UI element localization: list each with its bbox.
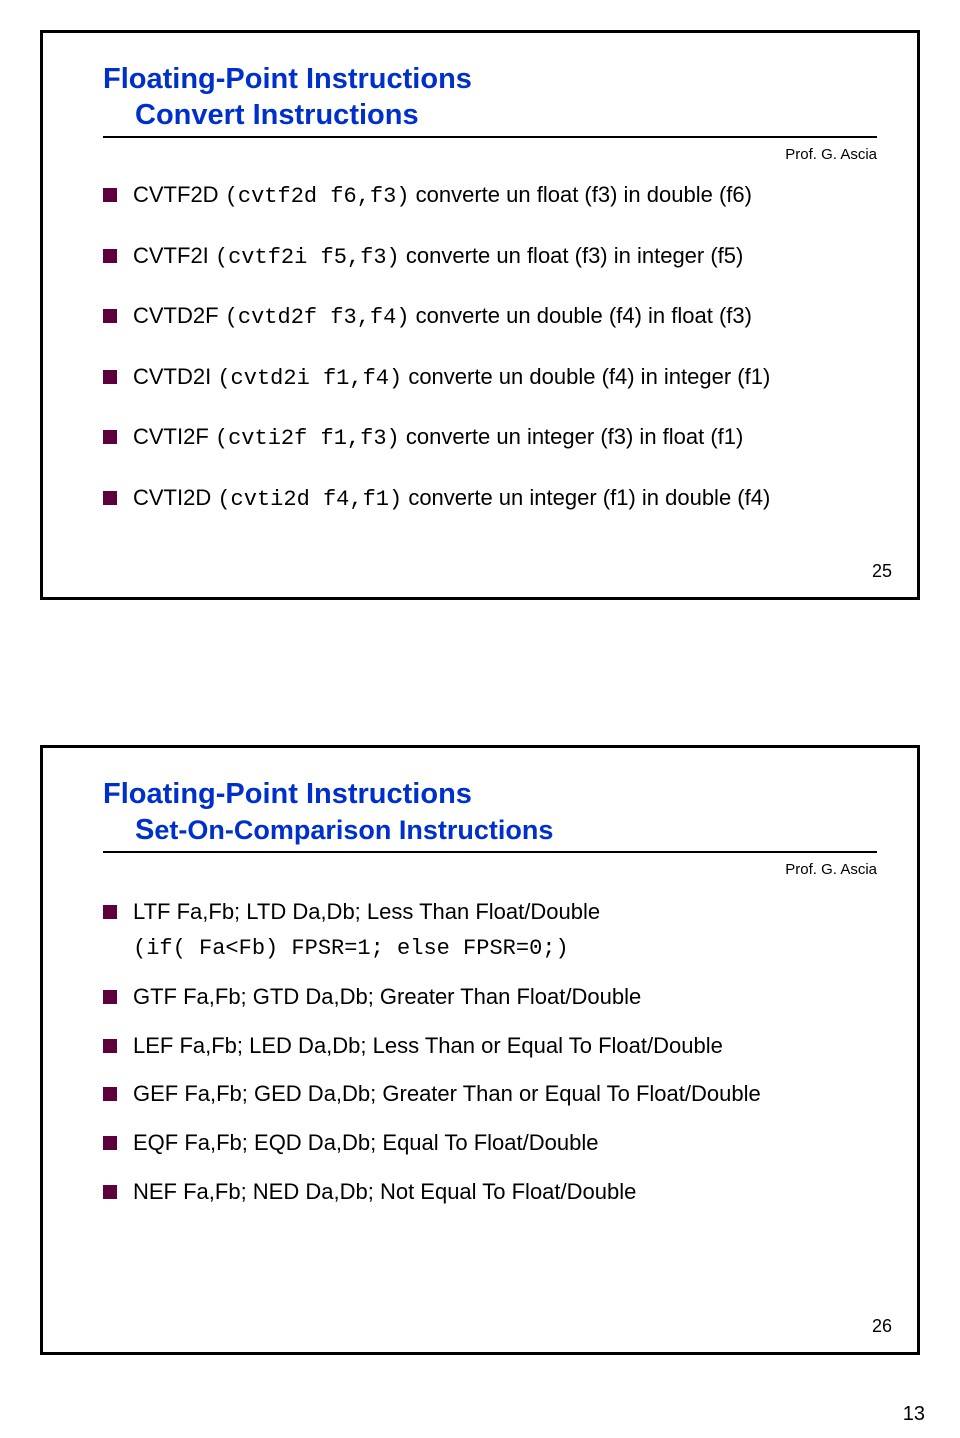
slide2-number: 26 (872, 1316, 892, 1337)
desc-text: converte un float (f3) in double (f6) (410, 182, 752, 207)
slide2-title: Floating-Point Instructions (103, 778, 877, 811)
bullet-item: LTF Fa,Fb; LTD Da,Db; Less Than Float/Do… (103, 898, 877, 927)
bullet-item-continuation: (if( Fa<Fb) FPSR=1; else FPSR=0;) (103, 933, 877, 964)
desc-text: converte un integer (f1) in double (f4) (402, 485, 770, 510)
mono-text: (cvti2f f1,f3) (215, 426, 400, 451)
mono-text: (cvtd2i f1,f4) (217, 366, 402, 391)
desc-text: converte un integer (f3) in float (f1) (400, 424, 744, 449)
mono-text: (cvtf2i f5,f3) (215, 245, 400, 270)
bullet-item: CVTI2D (cvti2d f4,f1) converte un intege… (103, 484, 877, 515)
desc-text: converte un float (f3) in integer (f5) (400, 243, 744, 268)
slide2-bullet-list: LTF Fa,Fb; LTD Da,Db; Less Than Float/Do… (103, 898, 877, 1206)
bullet-item: CVTF2I (cvtf2i f5,f3) converte un float … (103, 242, 877, 273)
code-text: CVTF2I (cvtf2i f5,f3) (133, 243, 400, 268)
slide2-subtitle: Set-On-Comparison Instructions (135, 814, 877, 851)
code-text: CVTD2F (cvtd2f f3,f4) (133, 303, 410, 328)
item-text: GEF Fa,Fb; GED Da,Db; Greater Than or Eq… (133, 1081, 761, 1106)
subtitle-rest: et-On-Comparison Instructions (154, 815, 553, 845)
bullet-item: GEF Fa,Fb; GED Da,Db; Greater Than or Eq… (103, 1080, 877, 1109)
item-text: LTF Fa,Fb; LTD Da,Db; Less Than Float/Do… (133, 899, 600, 924)
page-number: 13 (903, 1403, 925, 1426)
bullet-item: NEF Fa,Fb; NED Da,Db; Not Equal To Float… (103, 1178, 877, 1207)
mono-text: (if( Fa<Fb) FPSR=1; else FPSR=0;) (133, 936, 569, 961)
item-text: EQF Fa,Fb; EQD Da,Db; Equal To Float/Dou… (133, 1130, 598, 1155)
mono-text: (cvti2d f4,f1) (217, 487, 402, 512)
bullet-item: CVTD2F (cvtd2f f3,f4) converte un double… (103, 302, 877, 333)
slide1-author: Prof. G. Ascia (103, 146, 877, 163)
mono-text: (cvtf2d f6,f3) (225, 184, 410, 209)
slide2-divider (103, 851, 877, 853)
desc-text: converte un double (f4) in integer (f1) (402, 364, 770, 389)
bullet-item: CVTD2I (cvtd2i f1,f4) converte un double… (103, 363, 877, 394)
bullet-item: EQF Fa,Fb; EQD Da,Db; Equal To Float/Dou… (103, 1129, 877, 1158)
slide-2: Floating-Point Instructions Set-On-Compa… (40, 745, 920, 1355)
mono-text: (cvtd2f f3,f4) (225, 305, 410, 330)
code-text: CVTI2F (cvti2f f1,f3) (133, 424, 400, 449)
code-text: CVTD2I (cvtd2i f1,f4) (133, 364, 402, 389)
desc-text: converte un double (f4) in float (f3) (410, 303, 752, 328)
slide1-bullet-list: CVTF2D (cvtf2d f6,f3) converte un float … (103, 181, 877, 515)
bullet-item: LEF Fa,Fb; LED Da,Db; Less Than or Equal… (103, 1032, 877, 1061)
code-text: CVTI2D (cvti2d f4,f1) (133, 485, 402, 510)
code-text: CVTF2D (cvtf2d f6,f3) (133, 182, 410, 207)
bullet-item: CVTF2D (cvtf2d f6,f3) converte un float … (103, 181, 877, 212)
slide1-subtitle: Convert Instructions (135, 99, 877, 136)
bullet-item: CVTI2F (cvti2f f1,f3) converte un intege… (103, 423, 877, 454)
slide2-author: Prof. G. Ascia (103, 861, 877, 878)
item-text: LEF Fa,Fb; LED Da,Db; Less Than or Equal… (133, 1033, 723, 1058)
item-text: NEF Fa,Fb; NED Da,Db; Not Equal To Float… (133, 1179, 636, 1204)
slide1-divider (103, 136, 877, 138)
slide1-title: Floating-Point Instructions (103, 63, 877, 96)
bullet-item: GTF Fa,Fb; GTD Da,Db; Greater Than Float… (103, 983, 877, 1012)
document-page: Floating-Point Instructions Convert Inst… (0, 0, 960, 1438)
slide1-number: 25 (872, 561, 892, 582)
item-text: GTF Fa,Fb; GTD Da,Db; Greater Than Float… (133, 984, 641, 1009)
slide-1: Floating-Point Instructions Convert Inst… (40, 30, 920, 600)
